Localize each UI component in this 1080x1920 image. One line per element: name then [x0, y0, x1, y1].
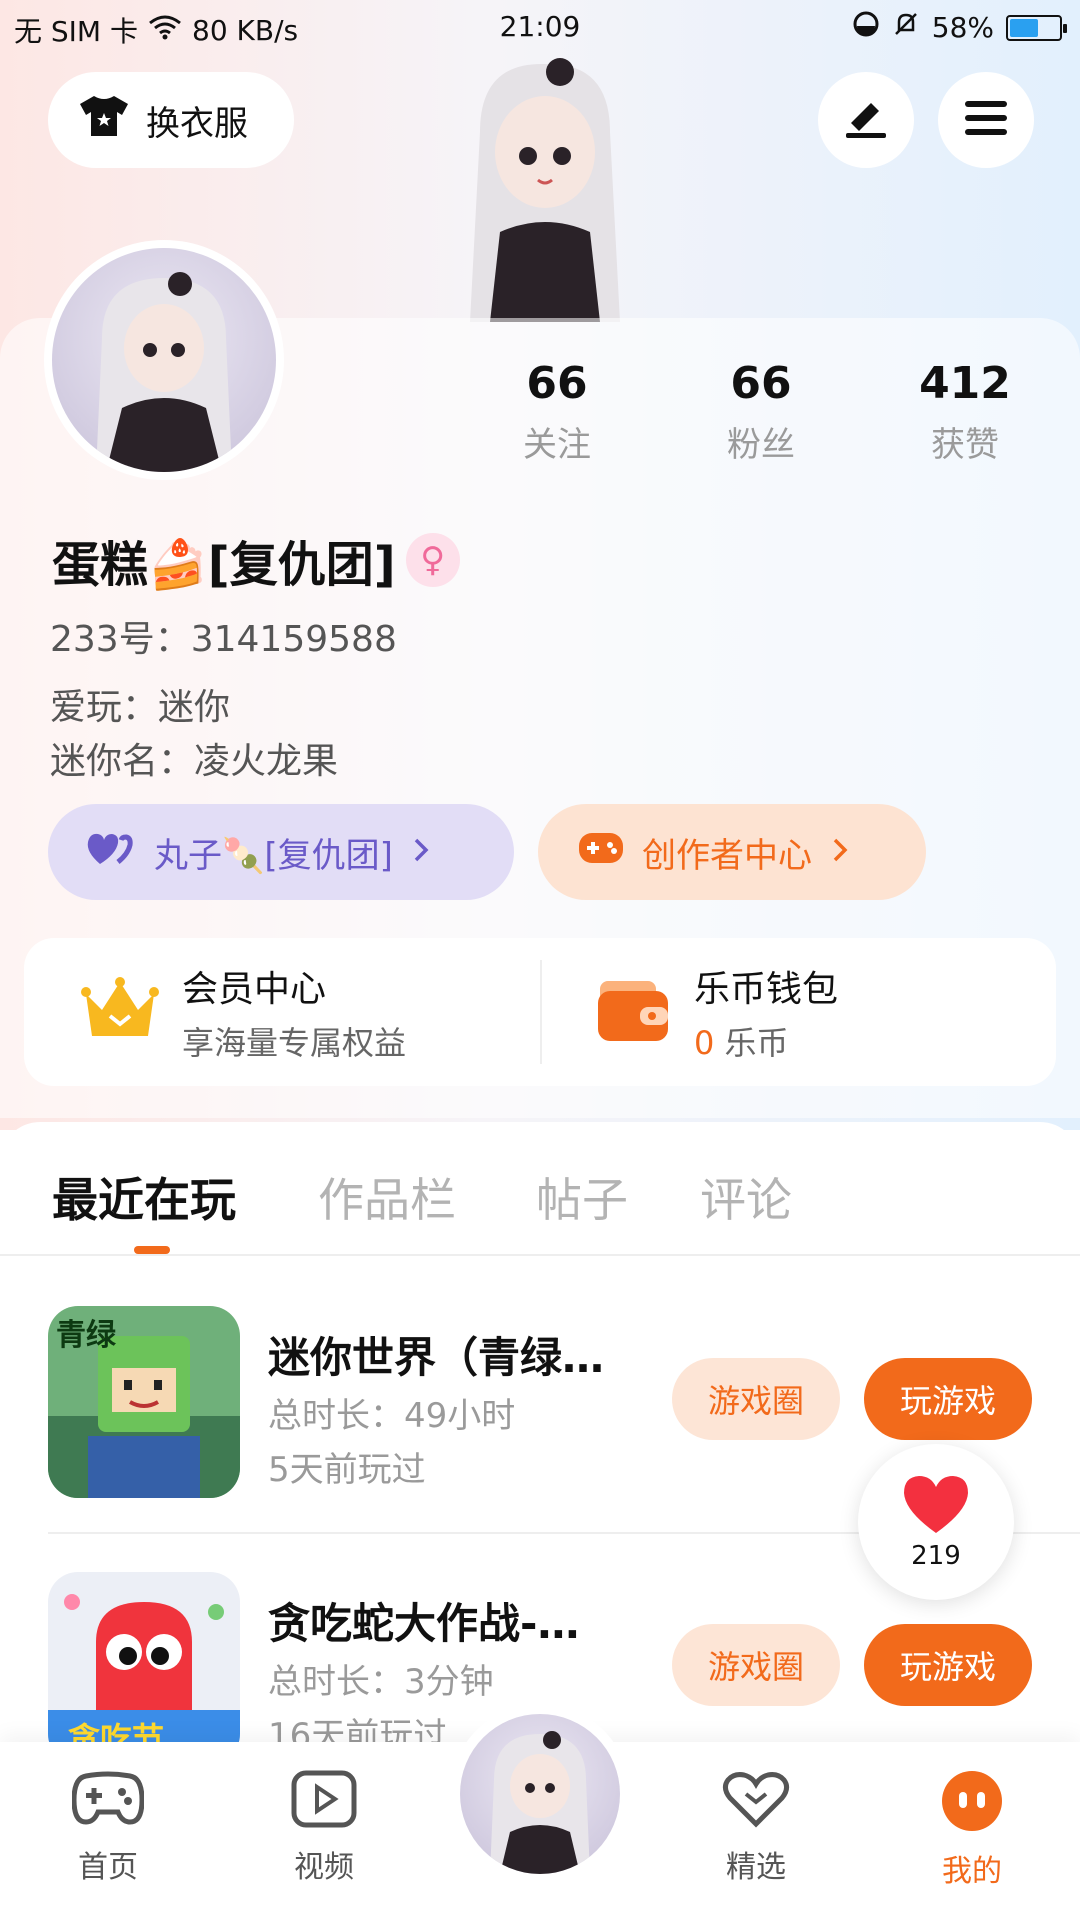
female-gender-icon: ♀ — [405, 533, 460, 587]
favorite-game: 爱玩：迷你 — [50, 687, 231, 728]
following-label: 关注 — [523, 425, 591, 465]
game-circle-button[interactable]: 游戏圈 — [672, 1358, 840, 1440]
like-count: 219 — [911, 1541, 961, 1571]
guild-relation-button[interactable]: 丸子🍡[复仇团] — [48, 804, 514, 900]
like-bubble-button[interactable]: 219 — [858, 1444, 1014, 1600]
stat-likes[interactable]: 412 获赞 — [890, 358, 1040, 466]
following-count: 66 — [526, 358, 588, 409]
center-avatar-button[interactable] — [450, 1704, 630, 1884]
wallet-amount: 0 — [694, 1024, 715, 1062]
gamepad-icon — [71, 1770, 145, 1832]
shirt-icon — [78, 93, 130, 148]
user-id: 233号：314159588 — [50, 619, 397, 660]
chevron-right-icon — [411, 832, 431, 872]
edit-profile-button[interactable] — [818, 72, 914, 168]
mute-bell-icon — [892, 10, 920, 45]
double-heart-icon — [86, 830, 136, 875]
game-icon-text: 青绿 — [56, 1318, 116, 1353]
chevron-right-icon — [830, 832, 850, 872]
wallet-title: 乐币钱包 — [694, 969, 839, 1010]
edit-icon — [843, 97, 889, 143]
menu-button[interactable] — [938, 72, 1034, 168]
wallet-unit: 乐币 — [724, 1024, 789, 1062]
vip-center-entry[interactable]: 会员中心 享海量专属权益 — [24, 938, 540, 1086]
tab-indicator — [134, 1246, 170, 1254]
creator-center-button[interactable]: 创作者中心 — [538, 804, 926, 900]
menu-icon — [963, 99, 1009, 141]
profile-tabs: 最近在玩 作品栏 帖子 评论 — [0, 1150, 1080, 1256]
stat-following[interactable]: 66 关注 — [482, 358, 632, 466]
nav-me-label: 我的 — [942, 1854, 1002, 1889]
nav-home[interactable]: 首页 — [38, 1770, 178, 1886]
tab-posts[interactable]: 帖子 — [536, 1164, 628, 1230]
game-duration: 总时长：3分钟 — [268, 1662, 494, 1702]
nav-home-label: 首页 — [78, 1850, 138, 1885]
tab-recent-played[interactable]: 最近在玩 — [52, 1164, 236, 1230]
vip-title: 会员中心 — [182, 969, 327, 1010]
profile-avatar[interactable] — [44, 240, 284, 480]
nav-featured[interactable]: 精选 — [686, 1770, 826, 1886]
game-duration: 总时长：49小时 — [268, 1396, 516, 1436]
heart-chat-icon — [720, 1770, 792, 1832]
mini-name: 迷你名：凌火龙果 — [50, 741, 339, 782]
battery-icon — [1006, 14, 1067, 41]
member-wallet-card: 会员中心 享海量专属权益 乐币钱包 0 乐币 — [24, 938, 1056, 1086]
status-bar: 无 SIM 卡 80 KB/s 21:09 58% — [0, 0, 1080, 52]
tab-comments[interactable]: 评论 — [700, 1164, 792, 1230]
likes-label: 获赞 — [931, 425, 999, 465]
creator-pill-label: 创作者中心 — [642, 835, 812, 876]
nav-me[interactable]: 我的 — [902, 1770, 1042, 1890]
play-game-button[interactable]: 玩游戏 — [864, 1358, 1032, 1440]
nickname-row: 蛋糕🍰[复仇团] ♀ — [52, 525, 460, 595]
avatar-3d-figure[interactable] — [440, 52, 650, 322]
followers-count: 66 — [730, 358, 792, 409]
game-last-played: 5天前玩过 — [268, 1450, 426, 1490]
change-outfit-button[interactable]: 换衣服 — [48, 72, 294, 168]
game-circle-button[interactable]: 游戏圈 — [672, 1624, 840, 1706]
likes-count: 412 — [919, 358, 1011, 409]
snake-game-icon[interactable]: 贪吃节 — [48, 1572, 240, 1764]
guild-pill-label: 丸子🍡[复仇团] — [154, 835, 393, 876]
followers-label: 粉丝 — [727, 425, 795, 465]
heart-icon — [901, 1473, 971, 1539]
vip-subtitle: 享海量专属权益 — [182, 1024, 407, 1062]
crown-icon — [80, 974, 160, 1050]
nav-video-label: 视频 — [294, 1850, 354, 1885]
play-game-button[interactable]: 玩游戏 — [864, 1624, 1032, 1706]
nickname: 蛋糕🍰[复仇团] — [52, 537, 396, 593]
game-title: 迷你世界（青绿… — [268, 1333, 605, 1382]
wallet-entry[interactable]: 乐币钱包 0 乐币 — [540, 938, 1056, 1086]
outfit-label: 换衣服 — [146, 103, 248, 144]
stat-followers[interactable]: 66 粉丝 — [686, 358, 836, 466]
mini-world-game-icon[interactable]: 青绿 — [48, 1306, 240, 1498]
battery-percent: 58% — [931, 11, 994, 44]
nav-featured-label: 精选 — [726, 1850, 786, 1885]
nav-video[interactable]: 视频 — [254, 1770, 394, 1886]
data-saver-icon — [852, 10, 880, 45]
game-title: 贪吃蛇大作战-… — [268, 1599, 580, 1648]
gamepad-icon — [578, 830, 624, 875]
divider — [0, 1254, 1080, 1256]
wallet-icon — [596, 975, 672, 1049]
me-icon — [939, 1770, 1005, 1836]
tab-works[interactable]: 作品栏 — [318, 1164, 456, 1230]
video-icon — [291, 1770, 357, 1832]
